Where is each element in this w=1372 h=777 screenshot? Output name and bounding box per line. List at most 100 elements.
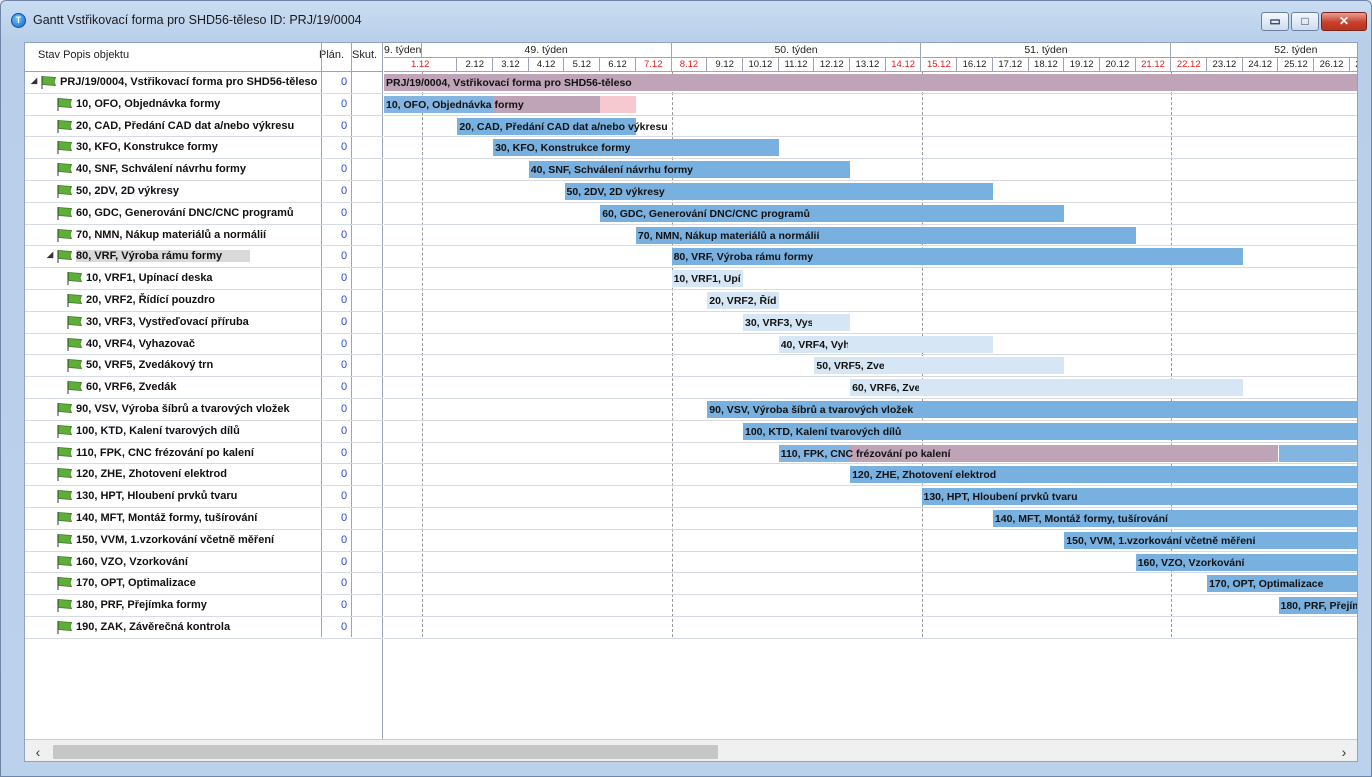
status-flag-icon — [56, 620, 73, 634]
expand-toggle-icon[interactable]: ◢ — [47, 250, 53, 259]
status-flag-icon — [56, 162, 73, 177]
task-list-panel: Stav Popis objektu Plán. Skut. ◢ PRJ/19/0… — [25, 43, 383, 739]
task-row[interactable]: 190, ZAK, Závěrečná kontrola 0 — [25, 617, 383, 639]
plan-value: 0 — [341, 577, 348, 590]
close-button[interactable]: ✕ — [1321, 12, 1367, 31]
task-row[interactable]: 180, PRF, Přejímka formy 0 — [25, 595, 383, 617]
status-flag-icon — [56, 402, 73, 416]
day-header: 15.12 — [922, 58, 958, 72]
day-header: 23.12 — [1207, 58, 1243, 72]
column-header-name[interactable]: Stav Popis objektu — [38, 49, 129, 61]
task-row[interactable]: 40, VRF4, Vyhazovač 0 — [25, 334, 383, 356]
task-row[interactable]: 20, VRF2, Řídící pouzdro 0 — [25, 290, 383, 312]
timeline-panel: 9. týden 49. týden 50. týden 51. týden 52. t… — [384, 43, 1358, 739]
task-row[interactable]: 140, MFT, Montáž formy, tušírování 0 — [25, 508, 383, 530]
column-header-plan[interactable]: Plán. — [319, 49, 344, 61]
plan-value: 0 — [341, 315, 348, 328]
day-header: 10.12 — [743, 58, 779, 72]
scroll-left-arrow-icon[interactable]: ‹ — [29, 743, 47, 761]
task-row[interactable]: 10, VRF1, Upínací deska 0 — [25, 268, 383, 290]
task-name: 160, VZO, Vzorkování — [76, 555, 188, 568]
task-row[interactable]: 60, VRF6, Zvedák 0 — [25, 377, 383, 399]
status-flag-icon — [56, 228, 73, 242]
plan-value: 0 — [341, 250, 348, 263]
task-name: 100, KTD, Kalení tvarových dílů — [76, 424, 240, 437]
plan-value: 0 — [341, 446, 348, 459]
task-row[interactable]: 70, NMN, Nákup materiálů a normálií 0 — [25, 225, 383, 247]
status-flag-icon — [66, 380, 83, 395]
task-row[interactable]: ◢ PRJ/19/0004, Vstřikovací forma pro SHD5… — [25, 72, 383, 94]
task-row[interactable]: 160, VZO, Vzorkování 0 — [25, 552, 383, 574]
timeline-row: 90, VSV, Výroba šíbrů a tvarových vložek — [384, 399, 1357, 421]
task-row[interactable]: 150, VVM, 1.vzorkování včetně měření 0 — [25, 530, 383, 552]
bar-label: 60, GDC, Generování DNC/CNC programů — [602, 207, 810, 220]
plan-value: 0 — [341, 468, 348, 481]
day-header: 21.12 — [1136, 58, 1172, 72]
title-bar[interactable]: T Gantt Vstřikovací forma pro SHD56-těle… — [1, 1, 1371, 37]
task-name: 10, VRF1, Upínací deska — [86, 272, 213, 285]
timeline-row: 40, VRF4, Vyhazovač — [384, 334, 1357, 356]
status-flag-icon — [40, 75, 57, 89]
bar-label: 70, NMN, Nákup materiálů a normálií — [637, 229, 820, 242]
status-flag-icon — [56, 533, 73, 547]
task-row[interactable]: 30, KFO, Konstrukce formy 0 — [25, 137, 383, 160]
timeline-row: 60, GDC, Generování DNC/CNC programů — [384, 203, 1357, 225]
task-bar-delay[interactable] — [600, 95, 636, 113]
status-flag-icon — [56, 446, 73, 460]
scroll-right-arrow-icon[interactable]: › — [1335, 743, 1353, 761]
bar-label: 80, VRF, Výroba rámu formy — [673, 251, 814, 264]
bar-label: 60, VRF6, Zvedák — [852, 382, 920, 395]
task-row[interactable]: 40, SNF, Schválení návrhu formy 0 — [25, 159, 383, 181]
timeline-row: 20, CAD, Předání CAD dat a/nebo výkresu — [384, 116, 1357, 138]
day-header: 22.12 — [1171, 58, 1208, 72]
timeline-row: PRJ/19/0004, Vstřikovací forma pro SHD56… — [384, 72, 1357, 94]
day-header: 14.12 — [886, 58, 922, 72]
task-row[interactable]: 50, VRF5, Zvedákový trn 0 — [25, 355, 383, 378]
timeline-row: 110, FPK, CNC frézování po kalení — [384, 443, 1357, 465]
plan-value: 0 — [341, 141, 348, 154]
bar-label: 20, CAD, Předání CAD dat a/nebo výkresu — [459, 120, 668, 133]
status-flag-icon — [66, 271, 83, 286]
status-flag-icon — [66, 358, 83, 373]
status-flag-icon — [56, 206, 73, 220]
bar-label: PRJ/19/0004, Vstřikovací forma pro SHD56… — [386, 77, 632, 89]
task-bar[interactable] — [1278, 444, 1357, 462]
task-row[interactable]: 110, FPK, CNC frézování po kalení 0 — [25, 443, 383, 465]
task-row[interactable]: 10, OFO, Objednávka formy 0 — [25, 94, 383, 116]
task-name: 150, VVM, 1.vzorkování včetně měření — [76, 533, 275, 546]
day-header: 2.12 — [457, 58, 494, 72]
task-list-header: Stav Popis objektu Plán. Skut. — [25, 43, 383, 72]
plan-value: 0 — [341, 381, 348, 394]
task-row[interactable]: 170, OPT, Optimalizace 0 — [25, 573, 383, 596]
minimize-button[interactable]: ▭ — [1261, 12, 1289, 31]
task-name: 80, VRF, Výroba rámu formy — [76, 250, 251, 263]
bar-label: 180, PRF, Přejímka formy — [1280, 600, 1358, 613]
column-header-skut[interactable]: Skut. — [352, 49, 377, 61]
task-name: 40, VRF4, Vyhazovač — [86, 337, 196, 350]
task-row[interactable]: ◢ 80, VRF, Výroba rámu formy 0 — [25, 246, 383, 269]
task-name: 50, VRF5, Zvedákový trn — [86, 359, 214, 372]
task-row[interactable]: 20, CAD, Předání CAD dat a/nebo výkresu 0 — [25, 116, 383, 138]
task-row[interactable]: 120, ZHE, Zhotovení elektrod 0 — [25, 464, 383, 487]
task-row[interactable]: 130, HPT, Hloubení prvků tvaru 0 — [25, 486, 383, 508]
task-row[interactable]: 90, VSV, Výroba šíbrů a tvarových vložek… — [25, 399, 383, 421]
timeline-row: 130, HPT, Hloubení prvků tvaru — [384, 486, 1357, 508]
task-row[interactable]: 60, GDC, Generování DNC/CNC programů 0 — [25, 203, 383, 225]
maximize-button[interactable]: □ — [1291, 12, 1319, 31]
plan-value: 0 — [341, 621, 348, 633]
day-header: 11.12 — [779, 58, 815, 72]
scroll-thumb[interactable] — [53, 745, 718, 759]
timeline-row: 30, KFO, Konstrukce formy — [384, 137, 1357, 160]
bar-label: 50, 2DV, 2D výkresy — [566, 186, 665, 198]
window-title: Gantt Vstřikovací forma pro SHD56-těleso… — [33, 13, 362, 27]
timeline-row: 20, VRF2, Řídící pouzdro — [384, 290, 1357, 312]
bar-label: 90, VSV, Výroba šíbrů a tvarových vložek — [709, 404, 914, 416]
timeline-row: 140, MFT, Montáž formy, tušírování — [384, 508, 1357, 530]
task-name: 20, VRF2, Řídící pouzdro — [86, 294, 215, 306]
task-row[interactable]: 30, VRF3, Vystřeďovací příruba 0 — [25, 312, 383, 334]
task-row[interactable]: 50, 2DV, 2D výkresy 0 — [25, 181, 383, 203]
expand-toggle-icon[interactable]: ◢ — [31, 76, 37, 85]
week-header: 9. týden — [384, 43, 422, 58]
task-row[interactable]: 100, KTD, Kalení tvarových dílů 0 — [25, 421, 383, 443]
horizontal-scrollbar[interactable]: ‹ › — [25, 739, 1357, 761]
